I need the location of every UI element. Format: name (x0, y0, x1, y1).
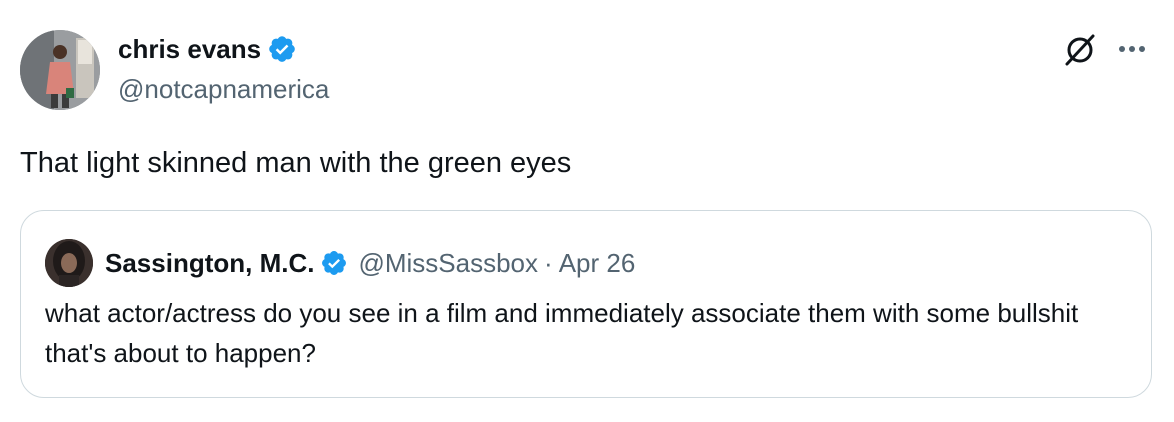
quoted-author-avatar-image (45, 239, 93, 287)
author-block: chris evans @notcapnamerica (118, 30, 329, 105)
quoted-author-handle[interactable]: @MissSassbox (358, 248, 538, 279)
author-handle[interactable]: @notcapnamerica (118, 74, 329, 105)
grok-icon[interactable] (1062, 32, 1098, 68)
quoted-author-avatar[interactable] (45, 239, 93, 287)
verified-badge-icon[interactable] (267, 34, 297, 64)
author-avatar-image (20, 30, 100, 110)
tweet-text: That light skinned man with the green ey… (20, 147, 572, 179)
author-avatar[interactable] (20, 30, 100, 110)
author-display-name[interactable]: chris evans (118, 34, 261, 65)
quoted-tweet-header: Sassington, M.C. @MissSassbox · Apr 26 (45, 239, 635, 287)
quoted-verified-badge-icon[interactable] (320, 249, 348, 277)
quoted-author-display-name[interactable]: Sassington, M.C. (105, 248, 314, 279)
quoted-tweet[interactable]: Sassington, M.C. @MissSassbox · Apr 26 w… (20, 210, 1152, 398)
quoted-tweet-text: what actor/actress do you see in a film … (45, 298, 1079, 368)
tweet-card: chris evans @notcapnamerica That light s… (0, 0, 1174, 422)
quoted-separator: · (544, 247, 553, 278)
quoted-date[interactable]: Apr 26 (559, 248, 636, 279)
more-options-icon[interactable] (1114, 34, 1150, 64)
author-name-row: chris evans (118, 30, 329, 68)
